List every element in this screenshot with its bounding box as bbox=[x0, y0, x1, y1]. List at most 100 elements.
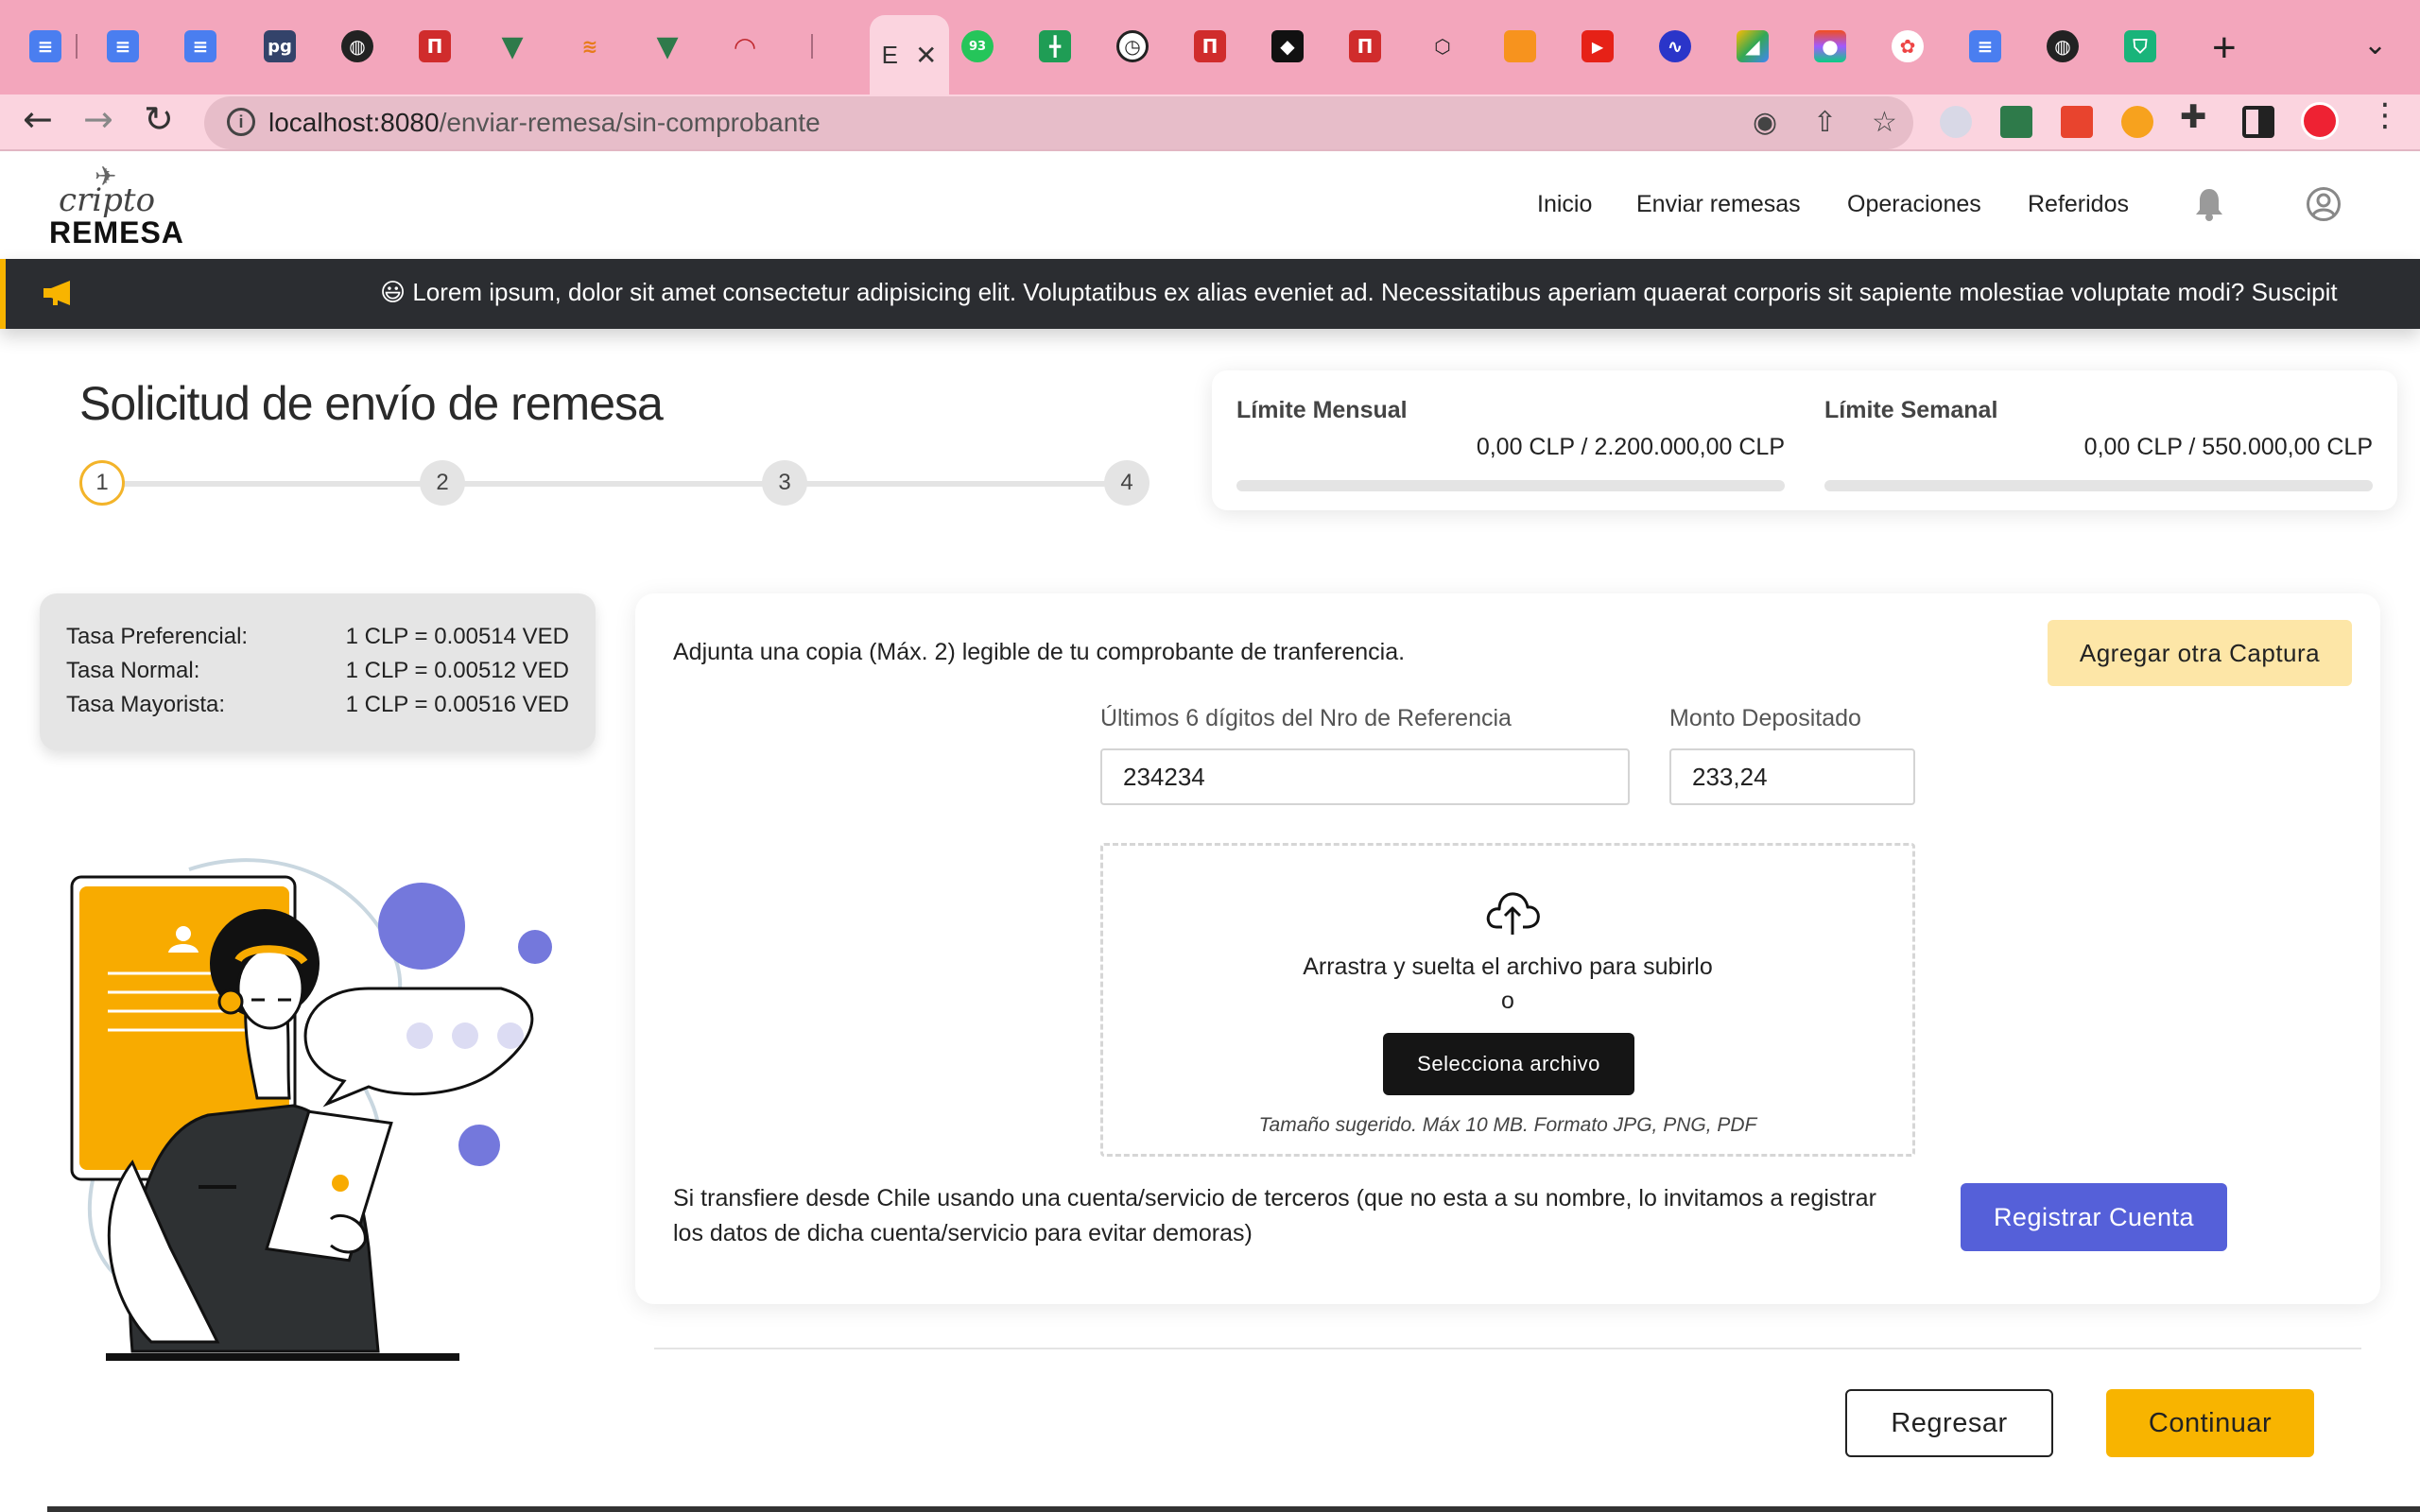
cloud-upload-icon bbox=[1486, 892, 1540, 935]
step-4: 4 bbox=[1104, 460, 1150, 506]
eye-icon[interactable]: ◉ bbox=[1753, 106, 1777, 139]
sheets-tab-icon[interactable]: ╋ bbox=[1036, 25, 1074, 68]
react-devtools-icon[interactable] bbox=[1940, 106, 1972, 138]
lighthouse-icon[interactable] bbox=[2061, 106, 2093, 138]
rate-row: Tasa Preferencial: 1 CLP = 0.00514 VED bbox=[66, 620, 569, 654]
vue-devtools-icon[interactable] bbox=[2000, 106, 2032, 138]
url-text[interactable]: localhost:8080/enviar-remesa/sin-comprob… bbox=[268, 108, 821, 138]
globe-tab-icon[interactable]: ◍ bbox=[338, 25, 376, 68]
stepper-track bbox=[102, 481, 1131, 487]
profile-avatar-icon[interactable] bbox=[2301, 102, 2339, 140]
back-button[interactable]: Regresar bbox=[1845, 1389, 2053, 1457]
select-file-button[interactable]: Selecciona archivo bbox=[1383, 1033, 1634, 1095]
third-party-notice: Si transfiere desde Chile usando una cue… bbox=[673, 1185, 1876, 1246]
user-account-icon[interactable] bbox=[2307, 187, 2341, 221]
tab-search-chevron-icon[interactable]: ⌄ bbox=[2363, 28, 2387, 61]
ticker-message: 😃 Lorem ipsum, dolor sit amet consectetu… bbox=[380, 278, 2338, 306]
receipt-upload-card: Adjunta una copia (Máx. 2) legible de tu… bbox=[635, 593, 2380, 1304]
red-app-tab-icon[interactable]: П bbox=[1346, 25, 1384, 68]
rate-label: Tasa Mayorista: bbox=[66, 692, 226, 717]
rate-label: Tasa Normal: bbox=[66, 658, 200, 683]
forward-arrow-icon[interactable]: → bbox=[83, 98, 113, 140]
share-icon[interactable]: ⇧ bbox=[1813, 106, 1837, 139]
nav-link-referidos[interactable]: Referidos bbox=[2028, 191, 2129, 218]
stackoverflow-tab-icon[interactable]: ≋ bbox=[571, 25, 609, 68]
dropzone-text: Arrastra y suelta el archivo para subirl… bbox=[1303, 954, 1713, 980]
amount-label: Monto Depositado bbox=[1669, 705, 1861, 731]
reload-icon[interactable]: ↻ bbox=[144, 98, 174, 140]
site-info-icon[interactable]: i bbox=[227, 108, 255, 136]
browser-menu-icon[interactable]: ⋮ bbox=[2369, 96, 2401, 134]
figma-tab-icon[interactable]: ● bbox=[1811, 25, 1849, 68]
vue-tab-icon[interactable]: ▼ bbox=[493, 25, 531, 68]
docs-tab-icon[interactable]: ≡ bbox=[1966, 25, 2004, 68]
register-account-button[interactable]: Registrar Cuenta bbox=[1961, 1183, 2227, 1251]
reference-input[interactable]: 234234 bbox=[1100, 748, 1630, 805]
back-arrow-icon[interactable]: ← bbox=[23, 98, 53, 140]
docs-tab-icon[interactable]: ≡ bbox=[104, 25, 142, 68]
limit-progress-bar bbox=[1824, 480, 2373, 491]
palette-tab-icon[interactable]: ✿ bbox=[1889, 25, 1927, 68]
shield-tab-icon[interactable]: ⛉ bbox=[2121, 25, 2159, 68]
cripto-remesa-logo[interactable]: ✈ cripto REMESA bbox=[47, 161, 183, 251]
limit-progress-bar bbox=[1236, 480, 1785, 491]
google-ads-tab-icon[interactable]: ◢ bbox=[1734, 25, 1772, 68]
amount-input[interactable]: 233,24 bbox=[1669, 748, 1915, 805]
nav-link-enviar-remesas[interactable]: Enviar remesas bbox=[1636, 191, 1801, 218]
new-tab-icon[interactable]: + bbox=[2212, 25, 2237, 72]
page-title: Solicitud de envío de remesa bbox=[79, 377, 664, 430]
youtube-tab-icon[interactable]: ▶ bbox=[1579, 25, 1616, 68]
monthly-limit: Límite Mensual 0,00 CLP / 2.200.000,00 C… bbox=[1236, 397, 1785, 491]
close-tab-icon[interactable]: ✕ bbox=[915, 40, 937, 71]
whatsapp-tab-icon[interactable]: 93 bbox=[959, 25, 996, 68]
add-capture-button[interactable]: Agregar otra Captura bbox=[2048, 620, 2352, 686]
logo-text-top: cripto bbox=[59, 181, 156, 219]
clock-tab-icon[interactable]: ◷ bbox=[1114, 25, 1151, 68]
nav-link-operaciones[interactable]: Operaciones bbox=[1847, 191, 1981, 218]
dropzone-or: o bbox=[1501, 988, 1514, 1014]
logo-text-bottom: REMESA bbox=[49, 215, 184, 249]
address-bar[interactable]: i localhost:8080/enviar-remesa/sin-compr… bbox=[204, 96, 1913, 149]
continue-button[interactable]: Continuar bbox=[2106, 1389, 2314, 1457]
limit-title: Límite Semanal bbox=[1824, 397, 1998, 423]
side-panel-icon[interactable] bbox=[2242, 106, 2274, 138]
woman-with-tablet-illustration bbox=[70, 858, 552, 1361]
limit-title: Límite Mensual bbox=[1236, 397, 1408, 423]
rate-row: Tasa Normal: 1 CLP = 0.00512 VED bbox=[66, 654, 569, 688]
extensions-puzzle-icon[interactable]: ✚ bbox=[2180, 98, 2207, 136]
limit-value: 0,00 CLP / 550.000,00 CLP bbox=[2083, 434, 2373, 460]
wave-tab-icon[interactable]: ∿ bbox=[1656, 25, 1694, 68]
user-silhouette-icon bbox=[2311, 193, 2336, 216]
window-bottom-edge bbox=[47, 1506, 2420, 1512]
bookmark-star-icon[interactable]: ☆ bbox=[1872, 106, 1897, 139]
tab-active[interactable]: E ✕ bbox=[870, 15, 949, 94]
megaphone-icon bbox=[43, 281, 70, 305]
red-app-tab-icon[interactable]: П bbox=[416, 25, 454, 68]
url-path: /enviar-remesa/sin-comprobante bbox=[439, 108, 821, 137]
step-2: 2 bbox=[420, 460, 465, 506]
red-app-tab-icon[interactable]: П bbox=[1191, 25, 1229, 68]
globe-tab-icon[interactable]: ◍ bbox=[2044, 25, 2082, 68]
rate-value: 1 CLP = 0.00516 VED bbox=[345, 692, 569, 717]
cube-tab-icon[interactable]: ⬡ bbox=[1424, 25, 1461, 68]
rate-value: 1 CLP = 0.00512 VED bbox=[345, 658, 569, 683]
browser-tab-strip: ≡ ≡ ≡ pg ◍ П ▼ ≋ ▼ ◠ E ✕ 93 ╋ ◷ П ◆ П ⬡ … bbox=[0, 0, 2420, 94]
url-host: localhost:8080 bbox=[268, 108, 440, 137]
orange-tab-icon[interactable] bbox=[1501, 25, 1539, 68]
limit-value: 0,00 CLP / 2.200.000,00 CLP bbox=[1476, 434, 1785, 460]
rate-value: 1 CLP = 0.00514 VED bbox=[345, 624, 569, 649]
vue-tab-icon[interactable]: ▼ bbox=[648, 25, 686, 68]
docs-tab-icon[interactable]: ≡ bbox=[182, 25, 219, 68]
file-dropzone[interactable]: Arrastra y suelta el archivo para subirl… bbox=[1100, 843, 1915, 1157]
extension-ring-icon[interactable] bbox=[2121, 106, 2153, 138]
actions-divider bbox=[654, 1348, 2361, 1349]
nav-link-inicio[interactable]: Inicio bbox=[1537, 191, 1592, 218]
active-tab-label: E bbox=[881, 40, 898, 69]
docs-tab-icon[interactable]: ≡ bbox=[26, 25, 64, 68]
pg-tab-icon[interactable]: pg bbox=[261, 25, 299, 68]
weekly-limit: Límite Semanal 0,00 CLP / 550.000,00 CLP bbox=[1824, 397, 2373, 491]
bell-icon[interactable] bbox=[2195, 187, 2223, 221]
app-navbar: ✈ cripto REMESA Inicio Enviar remesas Op… bbox=[0, 151, 2420, 259]
speed-tab-icon[interactable]: ◠ bbox=[726, 25, 764, 68]
monkey-tab-icon[interactable]: ◆ bbox=[1269, 25, 1306, 68]
